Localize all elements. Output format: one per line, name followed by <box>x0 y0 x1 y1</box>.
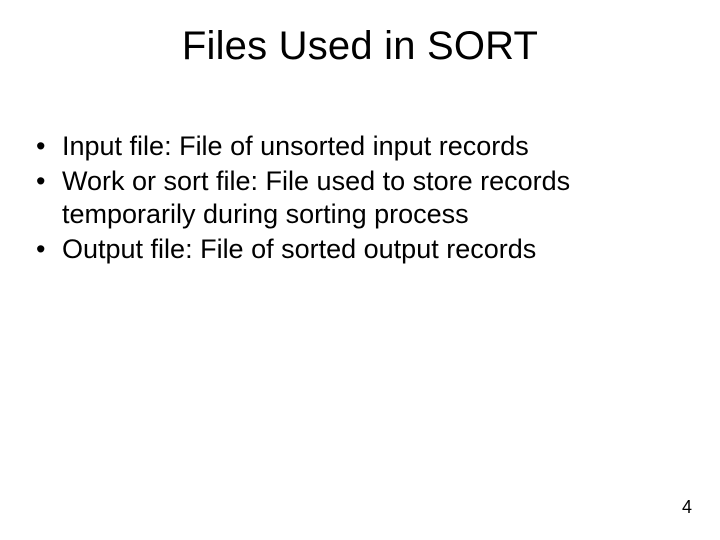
page-number: 4 <box>682 497 692 518</box>
list-item: Input file: File of unsorted input recor… <box>28 130 692 163</box>
slide-title: Files Used in SORT <box>0 24 720 69</box>
slide: Files Used in SORT Input file: File of u… <box>0 0 720 540</box>
bullet-list: Input file: File of unsorted input recor… <box>28 130 692 266</box>
list-item: Output file: File of sorted output recor… <box>28 233 692 266</box>
slide-body: Input file: File of unsorted input recor… <box>28 130 692 268</box>
list-item: Work or sort file: File used to store re… <box>28 165 692 231</box>
